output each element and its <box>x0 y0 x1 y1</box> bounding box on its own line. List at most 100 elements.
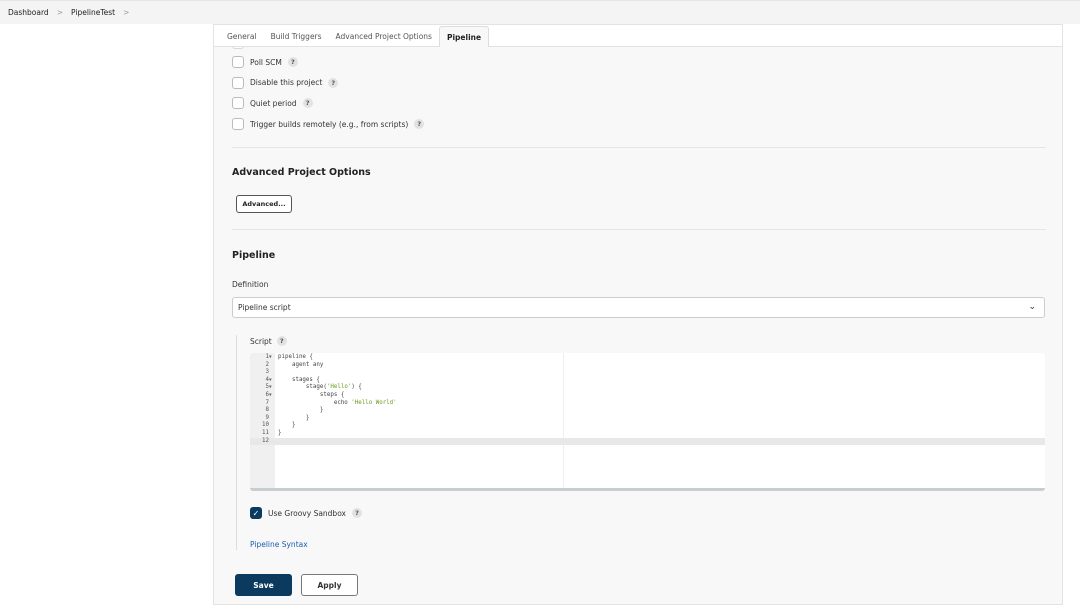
script-label-row: Script ? <box>250 336 287 346</box>
divider <box>232 147 1046 148</box>
line-number: 4 <box>265 376 270 383</box>
chevron-right-icon[interactable]: > <box>123 8 129 17</box>
code-text: stage('Hello') { <box>278 384 362 392</box>
code-text: } <box>278 430 282 438</box>
code-token: stage( <box>278 384 327 391</box>
trigger-row: Trigger builds remotely (e.g., from scri… <box>232 118 425 131</box>
advanced-section-title: Advanced Project Options <box>232 167 371 178</box>
nested-indicator <box>236 335 237 550</box>
code-token: 'Hello World' <box>351 399 397 406</box>
sandbox-label: Use Groovy Sandbox <box>268 508 346 518</box>
code-line: 9 } <box>250 415 1045 423</box>
line-number: 2 <box>265 361 270 368</box>
trigger-row: Quiet period? <box>232 97 313 110</box>
fold-arrow-icon[interactable]: ▼ <box>269 384 272 392</box>
code-text: agent any <box>278 362 323 370</box>
code-token: ) { <box>351 384 362 391</box>
pipeline-syntax-link[interactable]: Pipeline Syntax <box>250 540 308 549</box>
help-icon[interactable]: ? <box>287 57 298 67</box>
code-line: 7 echo 'Hello World' <box>250 400 1045 408</box>
code-text: } <box>278 407 324 415</box>
sandbox-checkbox[interactable]: ✓ <box>250 507 262 519</box>
code-text: pipeline { <box>278 354 313 362</box>
tab-general[interactable]: General <box>220 26 264 46</box>
line-number: 8 <box>265 407 270 414</box>
definition-select[interactable]: Pipeline script ⌄ <box>232 297 1045 318</box>
check-icon: ✓ <box>252 508 260 518</box>
apply-button[interactable]: Apply <box>301 574 358 596</box>
breadcrumb: Dashboard > PipelineTest > <box>0 0 1080 24</box>
code-token: agent any <box>278 361 324 368</box>
breadcrumb-dashboard[interactable]: Dashboard <box>8 8 49 17</box>
chevron-right-icon: > <box>56 8 63 17</box>
code-token: steps { <box>278 392 345 398</box>
code-token: } <box>278 430 282 436</box>
help-icon[interactable]: ? <box>414 119 425 130</box>
code-token: echo <box>278 399 352 406</box>
trigger-label: Trigger builds remotely (e.g., from scri… <box>250 119 409 129</box>
help-icon[interactable]: ? <box>302 98 313 109</box>
line-number: 11 <box>262 430 269 436</box>
line-number: 12 <box>262 437 269 444</box>
code-line: 3 <box>250 369 1045 377</box>
trigger-checkbox[interactable] <box>232 118 244 131</box>
line-number: 6 <box>265 392 270 398</box>
sandbox-row: ✓ Use Groovy Sandbox ? <box>250 507 362 519</box>
trigger-checkbox[interactable] <box>232 56 244 68</box>
trigger-row: Poll SCM? <box>232 56 298 68</box>
help-icon[interactable]: ? <box>352 508 362 518</box>
code-line: 5 ▼ stage('Hello') { <box>250 384 1045 392</box>
trigger-label: Quiet period <box>250 98 297 108</box>
help-icon[interactable]: ? <box>328 77 339 88</box>
code-text: } <box>278 414 310 423</box>
tab-advanced-project-options[interactable]: Advanced Project Options <box>329 26 439 46</box>
code-line: 2 agent any <box>250 362 1045 370</box>
definition-label: Definition <box>232 280 269 289</box>
config-panel: General Build Triggers Advanced Project … <box>213 24 1063 605</box>
trigger-checkbox[interactable] <box>232 76 244 89</box>
code-line: 4 ▼ stages { <box>250 377 1045 385</box>
line-number: 10 <box>262 422 269 429</box>
line-number: 7 <box>265 399 270 406</box>
help-icon[interactable]: ? <box>276 336 287 346</box>
definition-value: Pipeline script <box>238 303 291 312</box>
line-number: 5 <box>265 384 270 391</box>
code-line: 11} <box>250 430 1045 438</box>
code-token: 'Hello' <box>326 384 352 391</box>
code-token: stages { <box>278 376 320 383</box>
fold-arrow-icon[interactable]: ▼ <box>269 392 272 400</box>
save-button[interactable]: Save <box>235 574 292 596</box>
config-tabs: General Build Triggers Advanced Project … <box>214 25 1062 47</box>
trigger-checkbox[interactable] <box>232 97 244 110</box>
divider <box>232 229 1046 230</box>
tab-pipeline[interactable]: Pipeline <box>438 26 490 47</box>
code-line: 12 <box>250 437 1045 446</box>
code-text: echo 'Hello World' <box>278 400 397 408</box>
advanced-button[interactable]: Advanced... <box>236 195 292 213</box>
trigger-label: Disable this project <box>250 78 323 88</box>
trigger-label: Poll SCM <box>250 57 282 67</box>
code-line: 6 ▼ steps { <box>250 392 1045 400</box>
code-token: } <box>278 422 296 429</box>
code-line: 1 ▼ pipeline { <box>250 354 1045 362</box>
tab-build-triggers[interactable]: Build Triggers <box>264 26 329 46</box>
line-number: 9 <box>265 414 270 421</box>
code-line: 10 } <box>250 422 1045 430</box>
code-token: } <box>278 414 310 421</box>
script-editor[interactable]: 1 ▼ pipeline {2 agent any 3 4 ▼ stages {5 ▼ st… <box>250 353 1045 491</box>
code-text: } <box>278 422 296 430</box>
trigger-row: Disable this project? <box>232 76 339 89</box>
code-token: } <box>278 407 324 414</box>
code-token: pipeline { <box>278 354 313 360</box>
code-line: 8 } <box>250 407 1045 415</box>
chevron-down-icon: ⌄ <box>1028 302 1036 312</box>
code-text: steps { <box>278 392 344 400</box>
breadcrumb-pipelinetest[interactable]: PipelineTest <box>71 8 115 17</box>
script-label: Script <box>250 336 272 346</box>
fold-arrow-icon[interactable]: ▼ <box>269 377 272 385</box>
fold-arrow-icon[interactable]: ▼ <box>269 354 272 362</box>
pipeline-section-title: Pipeline <box>232 250 276 261</box>
line-number: 3 <box>265 369 270 376</box>
code-text: stages { <box>278 377 320 385</box>
line-number: 1 <box>265 354 270 360</box>
